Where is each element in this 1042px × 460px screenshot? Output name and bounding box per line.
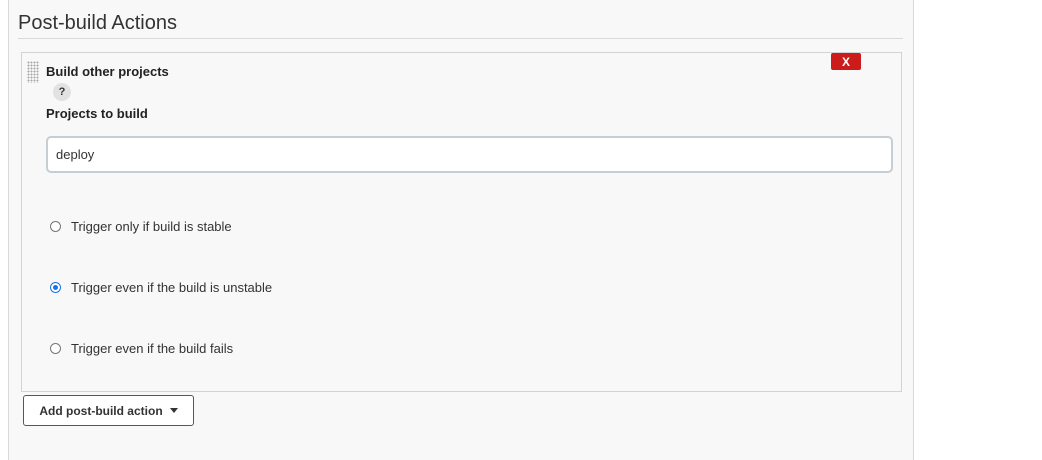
step-title: Build other projects bbox=[46, 64, 169, 79]
drag-handle-icon[interactable] bbox=[27, 61, 39, 83]
trigger-unstable-label: Trigger even if the build is unstable bbox=[71, 280, 273, 295]
add-post-build-action-button[interactable]: Add post-build action bbox=[23, 395, 194, 426]
trigger-stable-radio[interactable] bbox=[50, 221, 61, 232]
projects-to-build-input[interactable] bbox=[46, 136, 893, 173]
projects-to-build-label: Projects to build bbox=[46, 106, 148, 121]
trigger-fails-option[interactable]: Trigger even if the build fails bbox=[50, 341, 233, 356]
section-title: Post-build Actions bbox=[18, 12, 177, 34]
build-other-projects-step: X Build other projects ? Projects to bui… bbox=[21, 52, 902, 392]
jenkins-config-page: Post-build Actions X Build other project… bbox=[0, 0, 1042, 460]
trigger-stable-label: Trigger only if build is stable bbox=[71, 219, 232, 234]
trigger-stable-option[interactable]: Trigger only if build is stable bbox=[50, 219, 232, 234]
section-divider bbox=[18, 38, 903, 39]
trigger-unstable-radio[interactable] bbox=[50, 282, 61, 293]
add-post-build-action-label: Add post-build action bbox=[39, 403, 163, 418]
caret-down-icon bbox=[169, 408, 178, 413]
trigger-fails-radio[interactable] bbox=[50, 343, 61, 354]
trigger-unstable-option[interactable]: Trigger even if the build is unstable bbox=[50, 280, 272, 295]
help-icon[interactable]: ? bbox=[53, 83, 71, 101]
delete-step-button[interactable]: X bbox=[831, 53, 861, 70]
trigger-fails-label: Trigger even if the build fails bbox=[71, 341, 234, 356]
